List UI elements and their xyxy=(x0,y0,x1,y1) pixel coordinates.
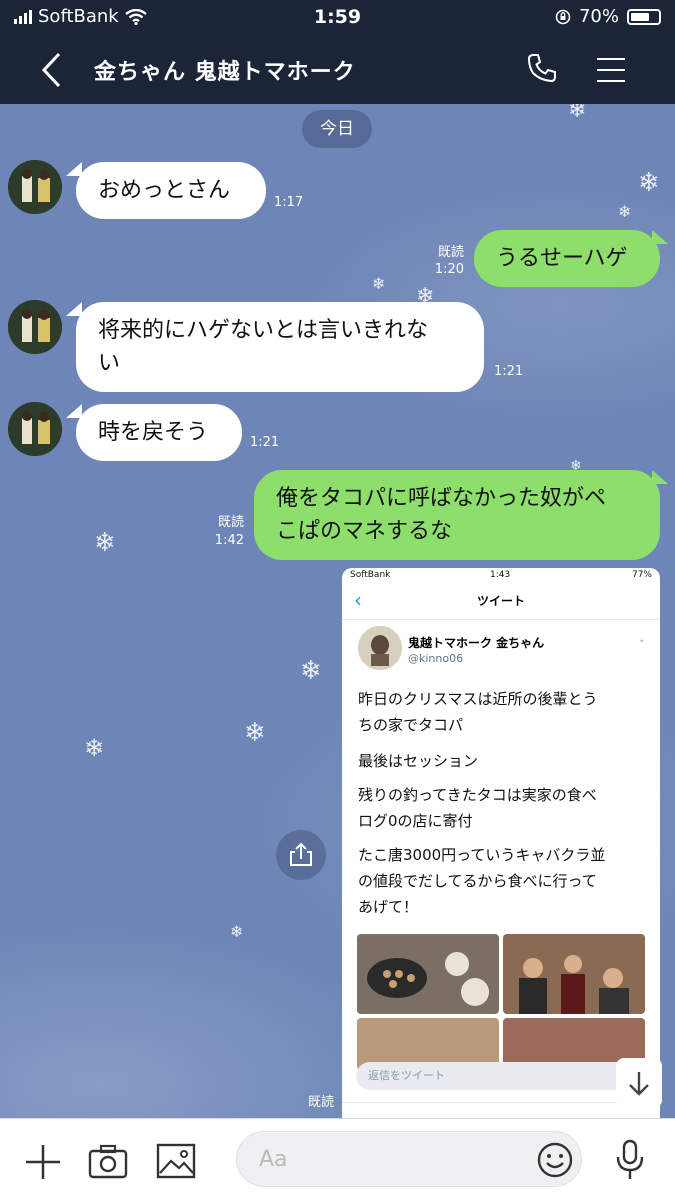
chevron-left-icon[interactable] xyxy=(40,52,62,88)
message-time: 1:20 xyxy=(434,262,464,277)
message-text: うるせーハゲ xyxy=(496,246,628,271)
hamburger-icon[interactable] xyxy=(597,58,625,91)
share-button[interactable] xyxy=(276,830,326,880)
read-receipt: 既読 xyxy=(437,245,464,260)
snowflake-icon: ❄ xyxy=(300,656,322,686)
message-text: 時を戻そう xyxy=(98,420,209,445)
chat-header: 金ちゃん 鬼越トマホーク xyxy=(0,34,675,104)
tweet-line: たこ唐3000円っていうキャバクラ並 xyxy=(358,846,606,864)
snowflake-icon: ❄ xyxy=(84,734,105,762)
message-bubble[interactable]: 将来的にハゲないとは言いきれな い xyxy=(76,302,484,392)
share-icon xyxy=(290,842,312,866)
snowflake-icon: ❄ xyxy=(638,168,660,198)
tweet-line: あげて！ xyxy=(358,898,419,916)
plus-icon[interactable] xyxy=(24,1143,62,1181)
chat-area[interactable]: ❄ ❄ ❄ ❄ ❄ ❄ ❄ ❄ ❄ ❄ ❄ 今日 おめっとさん 1:17 既読 … xyxy=(0,104,675,1118)
tweet-avatar xyxy=(358,626,402,670)
avatar[interactable] xyxy=(8,300,62,354)
tweet-nav-title: ツイート xyxy=(476,594,525,608)
image-icon[interactable] xyxy=(156,1143,196,1179)
embedded-time: 1:43 xyxy=(490,570,511,580)
message-bubble[interactable]: おめっとさん xyxy=(76,162,266,219)
reply-input: 返信をツイート xyxy=(356,1062,632,1090)
composer-bar: Aa xyxy=(0,1118,675,1200)
battery-percent: 70% xyxy=(578,6,619,27)
snowflake-icon: ❄ xyxy=(568,104,587,123)
photo-people xyxy=(503,934,645,1014)
tweet-line: 残りの釣ってきたタコは実家の食べ xyxy=(358,786,597,804)
status-right: 70% xyxy=(555,6,661,27)
battery-fill xyxy=(631,12,649,21)
snowflake-icon: ❄ xyxy=(230,922,244,941)
tweet-nav: ‹ ツイート xyxy=(342,584,660,620)
snowflake-icon: ❄ xyxy=(372,274,386,293)
photo-takoyaki xyxy=(357,934,499,1014)
message-time: 1:17 xyxy=(274,195,304,210)
scroll-down-button[interactable] xyxy=(616,1058,662,1108)
message-text: こぱのマネするな xyxy=(276,519,453,544)
emoji-icon[interactable] xyxy=(536,1141,574,1179)
read-receipt: 既読 xyxy=(307,1095,334,1110)
message-bubble[interactable]: 時を戻そう xyxy=(76,404,242,461)
tweet-line: の値段でだしてるから食べに行って xyxy=(358,872,597,890)
tweet-line: 昨日のクリスマスは近所の後輩とう xyxy=(358,690,598,708)
tweet-line: ちの家でタコパ xyxy=(358,716,464,734)
message-bubble[interactable]: うるせーハゲ xyxy=(474,230,660,287)
rotation-lock-icon xyxy=(555,9,571,24)
message-bubble[interactable]: 俺をタコパに呼ばなかった奴がペ こぱのマネするな xyxy=(254,470,660,560)
camera-icon[interactable] xyxy=(88,1143,128,1179)
mic-icon[interactable] xyxy=(612,1139,648,1181)
embedded-status-bar: SoftBank 1:43 77% xyxy=(342,568,660,584)
battery-icon xyxy=(627,8,661,25)
bubble-tail xyxy=(652,230,668,244)
read-receipt: 既読 xyxy=(217,515,244,530)
tweet-line: ログ0の店に寄付 xyxy=(358,812,473,830)
status-bar: SoftBank 1:59 70% xyxy=(0,0,675,34)
snowflake-icon: ❄ xyxy=(94,528,116,558)
embedded-battery: 77% xyxy=(631,570,652,580)
date-separator: 今日 xyxy=(302,110,372,148)
bubble-tail xyxy=(652,470,668,484)
tweet-author-name: 鬼越トマホーク 金ちゃん xyxy=(408,636,545,650)
tweet-handle: @kinno06 xyxy=(408,652,464,665)
snowflake-icon: ❄ xyxy=(618,202,632,221)
message-time: 1:21 xyxy=(494,364,524,379)
tweet-photos xyxy=(357,934,645,1070)
chevron-down-icon: ⌄ xyxy=(637,634,646,645)
message-text: い xyxy=(98,351,121,376)
embedded-carrier: SoftBank xyxy=(350,570,391,580)
message-text: 将来的にハゲないとは言いきれな xyxy=(98,318,429,343)
chat-title: 金ちゃん 鬼越トマホーク xyxy=(94,60,356,85)
snowflake-icon: ❄ xyxy=(244,718,266,748)
message-text: 俺をタコパに呼ばなかった奴がペ xyxy=(276,486,607,511)
avatar[interactable] xyxy=(8,160,62,214)
tweet-line: 最後はセッション xyxy=(358,752,479,770)
arrow-down-icon xyxy=(629,1072,649,1096)
image-message[interactable]: SoftBank 1:43 77% ‹ ツイート 鬼越トマホーク 金ちゃん @k… xyxy=(342,568,660,1118)
message-time: 1:21 xyxy=(250,435,280,450)
message-time: 1:42 xyxy=(214,533,244,548)
tweet-tabbar xyxy=(342,1102,660,1118)
avatar[interactable] xyxy=(8,402,62,456)
message-text: おめっとさん xyxy=(98,178,231,203)
message-input[interactable]: Aa xyxy=(236,1131,582,1187)
phone-icon[interactable] xyxy=(526,52,558,84)
